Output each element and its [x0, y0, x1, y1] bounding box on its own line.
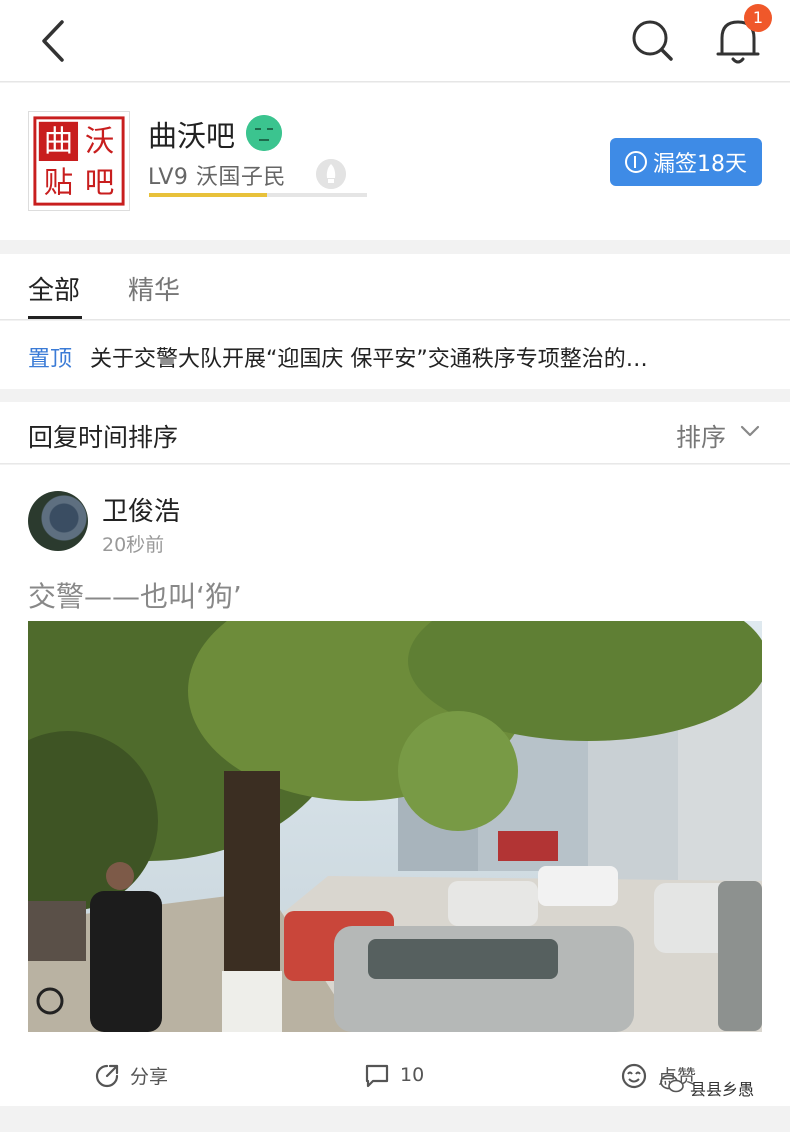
- sort-mode-label: 回复时间排序: [28, 423, 179, 452]
- like-button[interactable]: 点赞: [620, 1062, 696, 1089]
- pinned-post[interactable]: 置顶 关于交警大队开展“迎国庆 保平安”交通秩序专项整治的…: [0, 321, 790, 389]
- tab-all[interactable]: 全部: [28, 270, 80, 307]
- sign-in-icon: [625, 151, 647, 173]
- sign-in-button[interactable]: 漏签18天: [610, 138, 762, 186]
- back-arrow-icon[interactable]: [36, 18, 76, 64]
- watermark-text: 县县乡愚: [690, 1080, 755, 1099]
- active-tab-indicator: [28, 316, 82, 319]
- comment-icon: [365, 1064, 389, 1088]
- bored-face-icon: [246, 115, 282, 151]
- comment-button[interactable]: 10: [364, 1062, 424, 1088]
- forum-logo: 曲 沃 贴 吧: [28, 111, 130, 211]
- logo-char-2: 沃: [85, 124, 114, 158]
- sort-button[interactable]: 排序: [676, 418, 726, 454]
- pinned-title: 关于交警大队开展“迎国庆 保平安”交通秩序专项整治的…: [90, 347, 648, 372]
- level-progress-bar: [149, 193, 367, 197]
- forum-tabs: 全部 精华: [0, 254, 790, 320]
- level-progress-fill: [149, 193, 267, 197]
- chevron-down-icon[interactable]: [738, 422, 762, 440]
- avatar[interactable]: [28, 491, 88, 551]
- level-title: 沃国子民: [195, 165, 286, 190]
- forum-name: 曲沃吧: [148, 119, 236, 153]
- wechat-icon: [660, 1074, 684, 1093]
- forum-header: 曲 沃 贴 吧 曲沃吧 LV9 沃国子民 漏签18天: [0, 83, 790, 240]
- tab-featured[interactable]: 精华: [128, 270, 180, 307]
- notification-badge: 1: [744, 4, 772, 32]
- sign-in-label: 漏签18天: [653, 152, 747, 177]
- logo-char-3: 贴: [44, 165, 73, 199]
- share-button[interactable]: 分享: [94, 1062, 168, 1089]
- user-level: LV9 沃国子民: [148, 159, 286, 191]
- post-time: 20秒前: [102, 534, 165, 556]
- rocket-icon[interactable]: [316, 159, 346, 189]
- logo-char-4: 吧: [85, 165, 114, 199]
- top-navigation-bar: 1: [0, 0, 790, 82]
- post-card[interactable]: 卫俊浩 20秒前 交警——也叫‘狗’ 分享 10 点赞 县县乡愚: [0, 465, 790, 1106]
- logo-char-1: 曲: [44, 124, 73, 158]
- share-label: 分享: [130, 1066, 169, 1088]
- sort-bar: 回复时间排序 排序: [0, 402, 790, 464]
- share-icon: [95, 1064, 119, 1087]
- pinned-tag: 置顶: [28, 347, 73, 372]
- post-actions: 分享 10 点赞 县县乡愚: [0, 1050, 790, 1100]
- level-number: LV9: [148, 165, 189, 190]
- post-author[interactable]: 卫俊浩: [102, 491, 180, 528]
- post-photo[interactable]: [28, 621, 762, 1032]
- comment-count: 10: [400, 1064, 425, 1086]
- post-text: 交警——也叫‘狗’: [28, 580, 242, 613]
- like-face-icon: [621, 1063, 647, 1088]
- search-icon[interactable]: [628, 16, 676, 64]
